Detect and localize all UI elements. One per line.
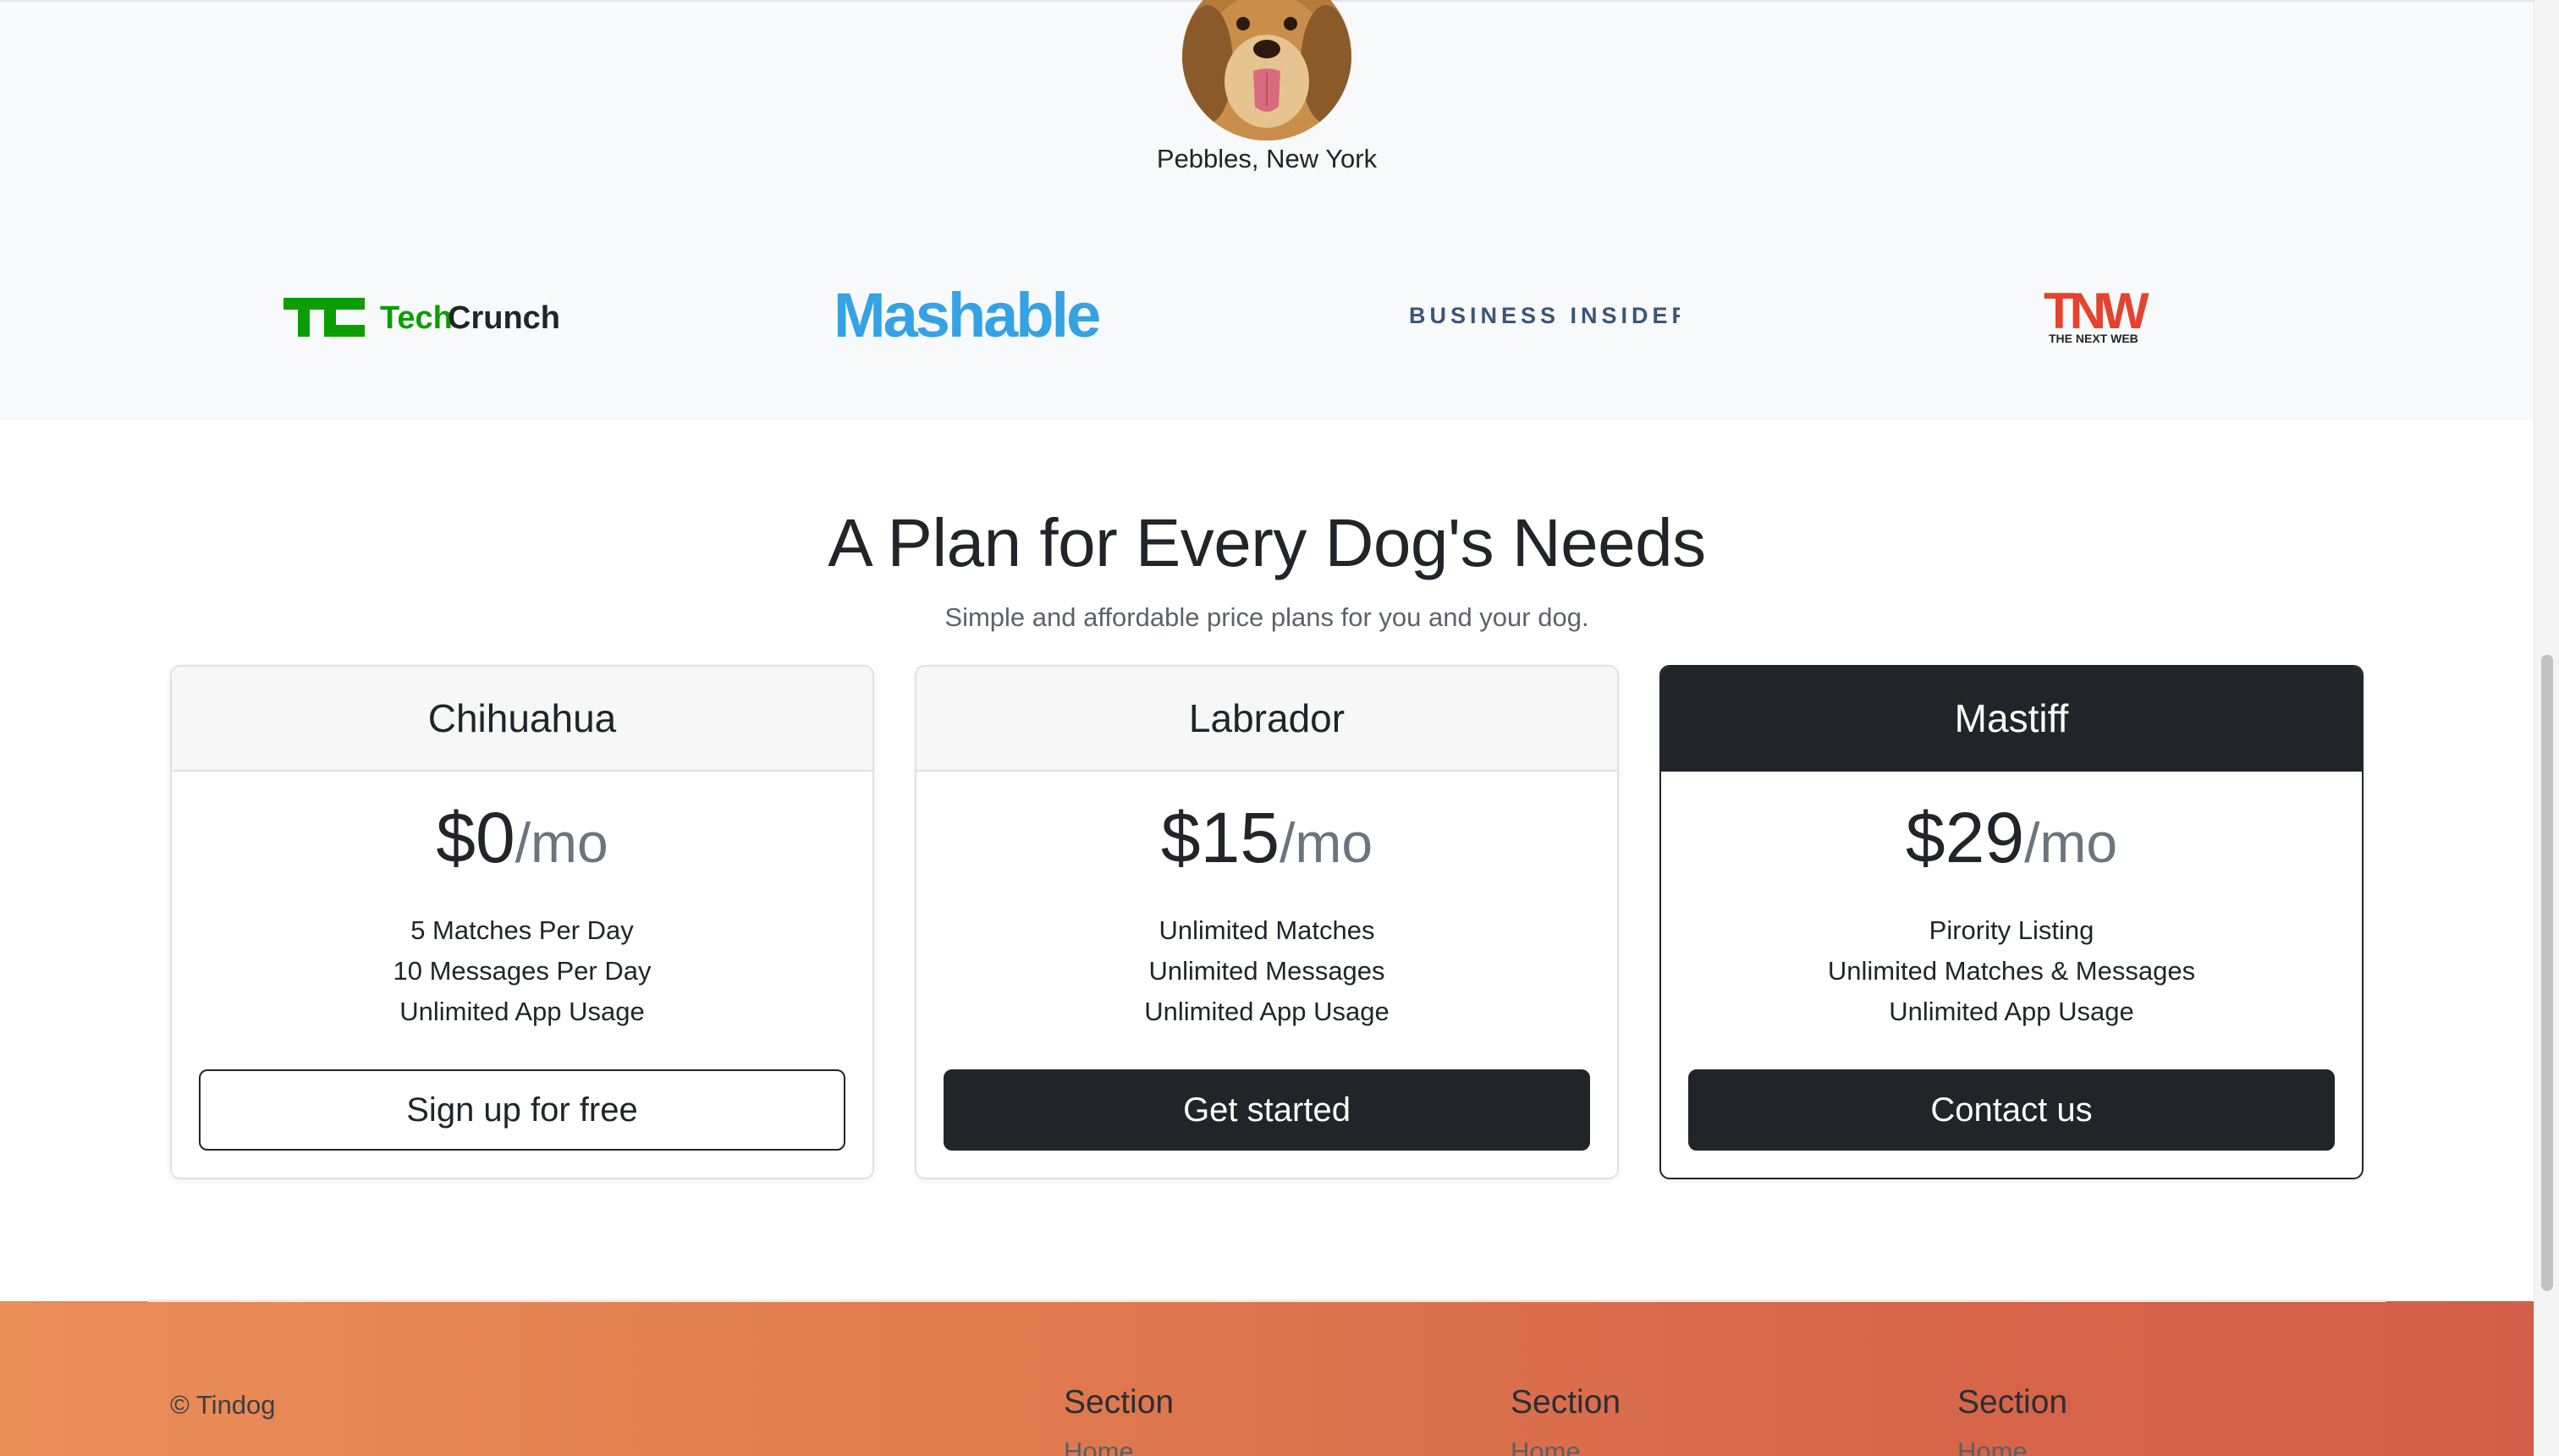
plan-features: Unlimited Matches Unlimited Messages Unl… bbox=[916, 910, 1617, 1032]
footer-section-heading: Section bbox=[1511, 1384, 1621, 1420]
plan-card-labrador: Labrador $15/mo Unlimited Matches Unlimi… bbox=[915, 665, 1619, 1179]
plan-price-period: /mo bbox=[515, 811, 608, 874]
plan-name: Labrador bbox=[916, 667, 1617, 772]
dog-avatar bbox=[1182, 0, 1351, 140]
plan-feature: Pirority Listing bbox=[1929, 915, 2094, 945]
mashable-text: Mashable bbox=[834, 281, 1099, 349]
tnw-logo: TNW THE NEXT WEB bbox=[2044, 281, 2171, 349]
techcrunch-text-prefix: Tech bbox=[380, 300, 453, 336]
vertical-scrollbar[interactable] bbox=[2534, 0, 2559, 1456]
business-insider-text: BUSINESS INSIDER bbox=[1409, 303, 1680, 328]
footer-section-heading: Section bbox=[1064, 1384, 1175, 1420]
page: Pebbles, New York Tech Crunch Mashable B… bbox=[0, 0, 2559, 1456]
scrollbar-thumb[interactable] bbox=[2541, 655, 2553, 1291]
copyright-text: © Tindog bbox=[170, 1390, 276, 1420]
dog-photo-image bbox=[1182, 0, 1351, 140]
footer-section-3: Section Home bbox=[1957, 1384, 2067, 1456]
plan-feature: Unlimited App Usage bbox=[1144, 997, 1390, 1026]
plan-price-amount: $0 bbox=[436, 798, 515, 877]
footer-link-home[interactable]: Home bbox=[1511, 1437, 1621, 1456]
plan-feature: Unlimited Matches & Messages bbox=[1827, 956, 2196, 986]
footer-divider bbox=[148, 1299, 2386, 1302]
testimonial-name: Pebbles, New York bbox=[1156, 144, 1378, 173]
plan-price: $15/mo bbox=[916, 802, 1617, 873]
get-started-button[interactable]: Get started bbox=[944, 1069, 1590, 1151]
footer-section-1: Section Home bbox=[1064, 1384, 1174, 1456]
plan-feature: Unlimited Matches bbox=[1158, 915, 1375, 945]
tnw-subtext: THE NEXT WEB bbox=[2049, 332, 2138, 345]
page-content: Pebbles, New York Tech Crunch Mashable B… bbox=[0, 0, 2534, 1456]
plan-feature: Unlimited App Usage bbox=[399, 997, 645, 1026]
plan-card-mastiff: Mastiff $29/mo Pirority Listing Unlimite… bbox=[1659, 665, 2364, 1179]
footer-section-heading: Section bbox=[1957, 1384, 2068, 1420]
plan-price-period: /mo bbox=[1280, 811, 1373, 874]
techcrunch-mark-icon bbox=[283, 298, 365, 337]
pricing-title: A Plan for Every Dog's Needs bbox=[828, 505, 1706, 580]
pricing-subtitle: Simple and affordable price plans for yo… bbox=[944, 602, 1589, 632]
plan-feature: Unlimited App Usage bbox=[1889, 997, 2134, 1026]
plan-feature: Unlimited Messages bbox=[1148, 956, 1385, 986]
plan-price: $0/mo bbox=[172, 802, 872, 873]
plan-price: $29/mo bbox=[1661, 802, 2362, 873]
plan-price-amount: $15 bbox=[1160, 798, 1280, 877]
contact-us-button[interactable]: Contact us bbox=[1688, 1069, 2335, 1151]
tnw-text: TNW bbox=[2044, 283, 2149, 339]
footer-link-home[interactable]: Home bbox=[1064, 1437, 1174, 1456]
plan-price-period: /mo bbox=[2024, 811, 2118, 874]
footer bbox=[0, 1301, 2534, 1456]
plan-card-chihuahua: Chihuahua $0/mo 5 Matches Per Day 10 Mes… bbox=[170, 665, 874, 1179]
plan-features: Pirority Listing Unlimited Matches & Mes… bbox=[1661, 910, 2362, 1032]
plan-name: Mastiff bbox=[1661, 667, 2362, 772]
press-section: Pebbles, New York Tech Crunch Mashable B… bbox=[0, 0, 2534, 420]
footer-section-2: Section Home bbox=[1511, 1384, 1621, 1456]
mashable-logo: Mashable bbox=[834, 280, 1147, 350]
footer-link-home[interactable]: Home bbox=[1957, 1437, 2067, 1456]
plan-price-amount: $29 bbox=[1905, 798, 2025, 877]
plan-feature: 5 Matches Per Day bbox=[410, 915, 634, 945]
plan-feature: 10 Messages Per Day bbox=[393, 956, 652, 986]
business-insider-logo: BUSINESS INSIDER bbox=[1409, 281, 1688, 349]
sign-up-free-button[interactable]: Sign up for free bbox=[199, 1069, 845, 1151]
plan-features: 5 Matches Per Day 10 Messages Per Day Un… bbox=[172, 910, 872, 1032]
techcrunch-text-suffix: Crunch bbox=[448, 300, 560, 336]
techcrunch-logo: Tech Crunch bbox=[283, 281, 580, 349]
plan-name: Chihuahua bbox=[172, 667, 872, 772]
